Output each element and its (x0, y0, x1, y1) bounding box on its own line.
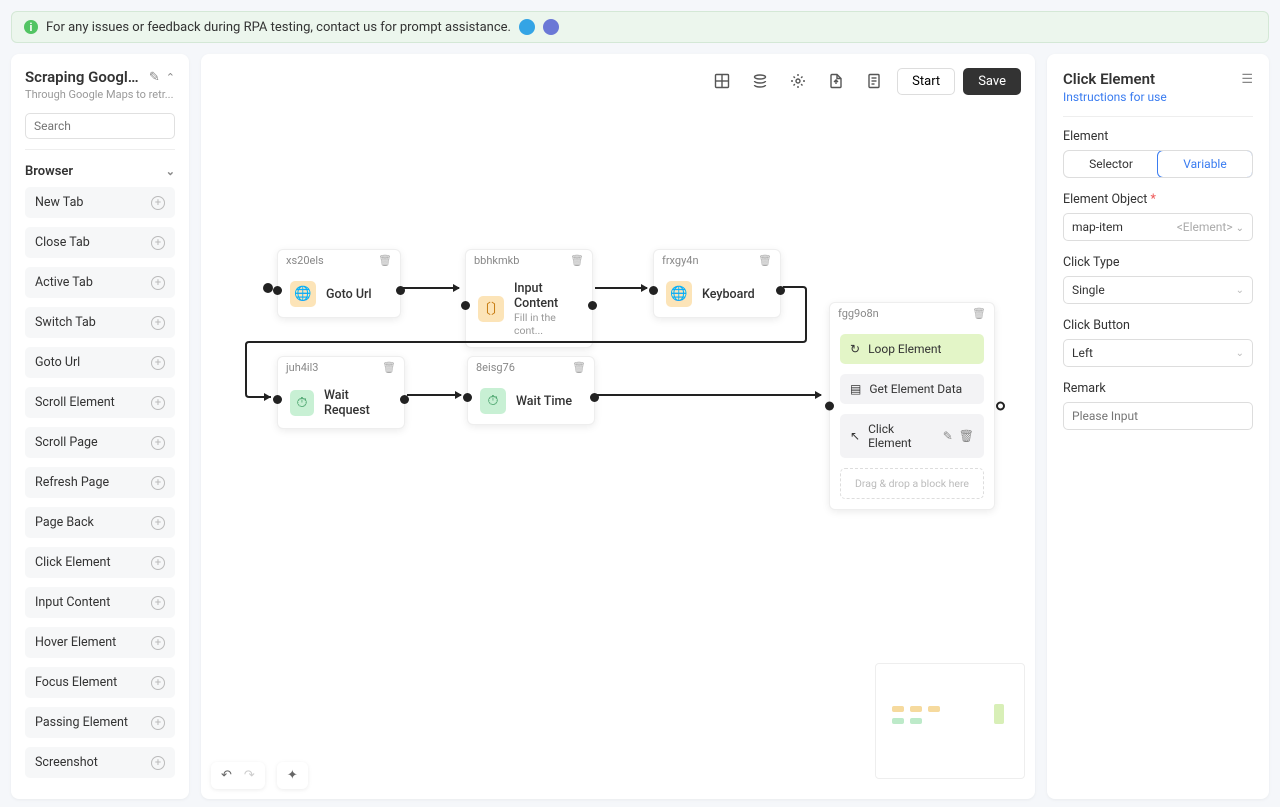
globe-icon: 🌐 (666, 281, 692, 307)
info-banner: i For any issues or feedback during RPA … (11, 11, 1269, 43)
click-element-chip[interactable]: ↖Click Element✎🗑 (840, 414, 984, 458)
category-browser[interactable]: Browser⌄ (25, 164, 175, 179)
timer-icon: ⏱ (290, 390, 314, 416)
workflow-subtitle: Through Google Maps to retr... (25, 88, 175, 101)
delete-icon[interactable]: 🗑 (959, 429, 974, 443)
minimap[interactable] (875, 663, 1025, 779)
banner-text: For any issues or feedback during RPA te… (46, 20, 511, 35)
info-icon: i (24, 20, 38, 34)
telegram-icon[interactable] (519, 19, 535, 35)
redo-icon[interactable]: ↷ (244, 768, 255, 783)
loop-element-chip[interactable]: ↻Loop Element (840, 334, 984, 364)
output-port[interactable] (996, 402, 1005, 411)
search-input[interactable] (25, 113, 175, 139)
edit-title-icon[interactable]: ✎ (149, 70, 160, 85)
cursor-icon: 〔〕 (478, 296, 504, 322)
start-node[interactable] (263, 283, 273, 293)
edit-icon[interactable]: ✎ (943, 429, 953, 443)
collapse-left-icon[interactable]: ⌃ (166, 71, 175, 84)
pointer-icon: ↖ (850, 429, 860, 443)
timer-icon: ⏱ (480, 388, 506, 414)
delete-icon[interactable]: 🗑 (570, 254, 584, 267)
block-item-active-tab[interactable]: Active Tab+ (25, 267, 175, 298)
remark-input[interactable] (1063, 402, 1253, 430)
delete-icon[interactable]: 🗑 (378, 254, 392, 267)
click-button-select[interactable]: Left⌄ (1063, 339, 1253, 367)
node-wait-time[interactable]: 8eisg76🗑 ⏱Wait Time (467, 356, 595, 425)
add-icon[interactable]: + (151, 676, 165, 690)
block-item-scroll-page[interactable]: Scroll Page+ (25, 427, 175, 458)
delete-icon[interactable]: 🗑 (382, 361, 396, 374)
data-icon: ▤ (850, 382, 861, 396)
block-item-new-tab[interactable]: New Tab+ (25, 187, 175, 218)
block-item-refresh-page[interactable]: Refresh Page+ (25, 467, 175, 498)
add-icon[interactable]: + (151, 196, 165, 210)
element-mode-segment: Selector Variable (1063, 150, 1253, 178)
magic-icon[interactable]: ✦ (287, 768, 298, 783)
get-element-data-chip[interactable]: ▤Get Element Data (840, 374, 984, 404)
node-wait-request[interactable]: juh4il3🗑 ⏱Wait Request (277, 356, 405, 429)
drop-zone[interactable]: Drag & drop a block here (840, 468, 984, 499)
add-icon[interactable]: + (151, 396, 165, 410)
variable-tab[interactable]: Variable (1157, 150, 1253, 178)
add-icon[interactable]: + (151, 636, 165, 650)
block-item-goto-url[interactable]: Goto Url+ (25, 347, 175, 378)
add-icon[interactable]: + (151, 316, 165, 330)
node-loop-container[interactable]: fgg9o8n🗑 ↻Loop Element ▤Get Element Data… (829, 302, 995, 510)
list-icon[interactable]: ☰ (1241, 72, 1253, 87)
delete-icon[interactable]: 🗑 (972, 307, 986, 320)
prop-title: Click Element (1063, 70, 1155, 88)
element-object-input[interactable]: map-item<Element> ⌄ (1063, 213, 1253, 241)
node-keyboard[interactable]: frxgy4n🗑 🌐Keyboard (653, 249, 781, 318)
block-item-page-back[interactable]: Page Back+ (25, 507, 175, 538)
left-panel: Scraping Google... ✎ ⌃ Through Google Ma… (11, 54, 189, 799)
selector-tab[interactable]: Selector (1064, 151, 1158, 177)
add-icon[interactable]: + (151, 276, 165, 290)
block-item-screenshot[interactable]: Screenshot+ (25, 747, 175, 778)
click-type-select[interactable]: Single⌄ (1063, 276, 1253, 304)
globe-icon: 🌐 (290, 281, 316, 307)
delete-icon[interactable]: 🗑 (572, 361, 586, 374)
add-icon[interactable]: + (151, 516, 165, 530)
undo-icon[interactable]: ↶ (221, 768, 232, 783)
block-item-hover-element[interactable]: Hover Element+ (25, 627, 175, 658)
node-goto-url[interactable]: xs20els🗑 🌐Goto Url (277, 249, 401, 318)
block-item-scroll-element[interactable]: Scroll Element+ (25, 387, 175, 418)
block-item-focus-element[interactable]: Focus Element+ (25, 667, 175, 698)
add-icon[interactable]: + (151, 356, 165, 370)
discord-icon[interactable] (543, 19, 559, 35)
delete-icon[interactable]: 🗑 (758, 254, 772, 267)
add-icon[interactable]: + (151, 476, 165, 490)
block-item-click-element[interactable]: Click Element+ (25, 547, 175, 578)
instructions-link[interactable]: Instructions for use (1063, 90, 1253, 104)
add-icon[interactable]: + (151, 596, 165, 610)
add-icon[interactable]: + (151, 716, 165, 730)
block-item-passing-element[interactable]: Passing Element+ (25, 707, 175, 738)
loop-icon: ↻ (850, 342, 860, 356)
workflow-title: Scraping Google... (25, 68, 143, 86)
block-list: New Tab+ Close Tab+ Active Tab+ Switch Tab+… (25, 187, 175, 785)
add-icon[interactable]: + (151, 756, 165, 770)
element-label: Element (1063, 129, 1253, 144)
properties-panel: Click Element ☰ Instructions for use Ele… (1047, 54, 1269, 799)
add-icon[interactable]: + (151, 436, 165, 450)
add-icon[interactable]: + (151, 236, 165, 250)
node-input-content[interactable]: bbhkmkb🗑 〔〕Input ContentFill in the cont… (465, 249, 593, 348)
block-item-switch-tab[interactable]: Switch Tab+ (25, 307, 175, 338)
block-item-close-tab[interactable]: Close Tab+ (25, 227, 175, 258)
canvas-panel: Start Save xs20els🗑 🌐Goto Url bbhkmkb🗑 〔… (201, 54, 1035, 799)
block-item-input-content[interactable]: Input Content+ (25, 587, 175, 618)
add-icon[interactable]: + (151, 556, 165, 570)
